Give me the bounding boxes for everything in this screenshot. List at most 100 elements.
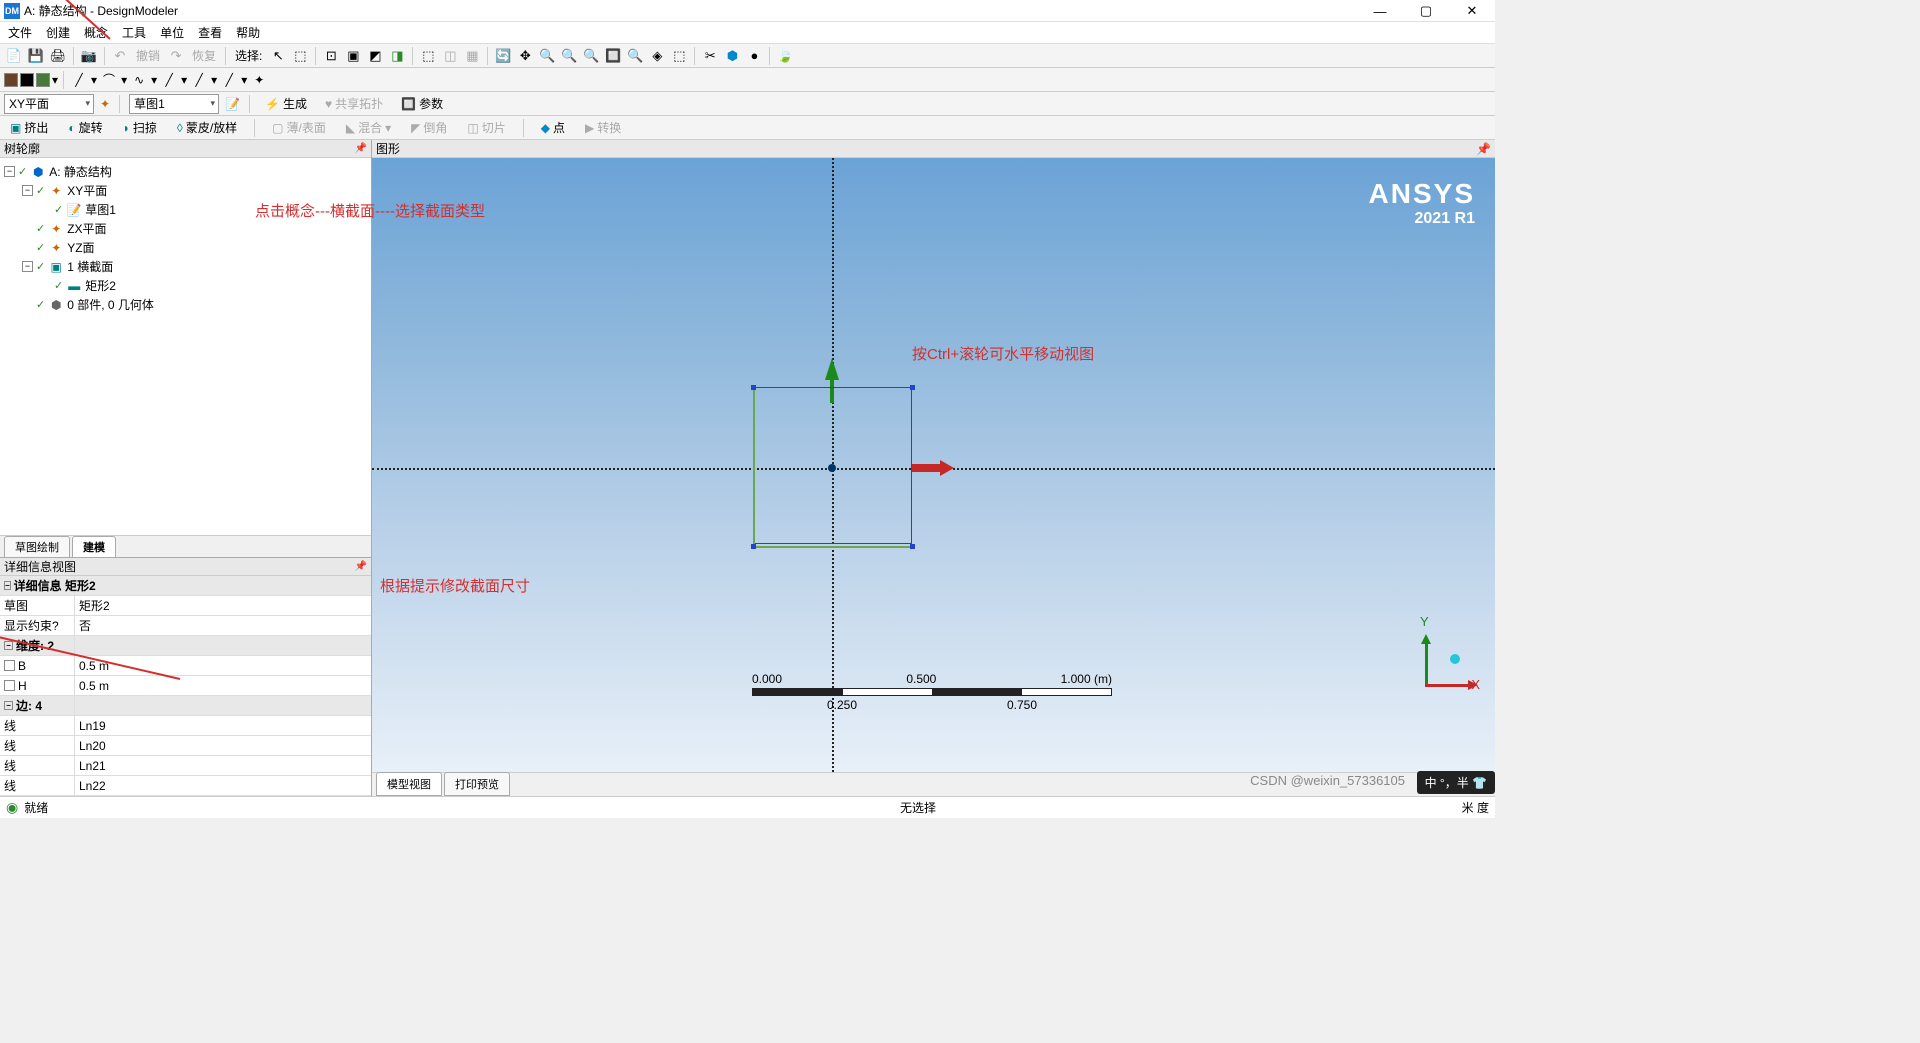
menu-view[interactable]: 查看 (198, 24, 222, 41)
point-button[interactable]: ◆点 (535, 118, 571, 138)
window-controls: — ▢ ✕ (1357, 0, 1495, 22)
zoom-in-icon[interactable]: 🔍 (537, 46, 557, 66)
color1-swatch[interactable] (4, 73, 18, 87)
vertex-icon (910, 385, 915, 390)
tab-model[interactable]: 建模 (72, 536, 116, 557)
detail-row[interactable]: 线Ln20 (0, 736, 371, 756)
slice-icon[interactable]: ✂ (700, 46, 720, 66)
tab-sketch[interactable]: 草图绘制 (4, 536, 70, 557)
star-icon[interactable]: ✦ (249, 70, 269, 90)
zoom-fit-icon[interactable]: 🔍 (581, 46, 601, 66)
leaf-icon[interactable]: 🍃 (775, 46, 795, 66)
ime-indicator[interactable]: 中 °，半 👕 (1417, 771, 1495, 794)
sweep-button[interactable]: ◗扫掠 (117, 118, 163, 138)
minimize-button[interactable]: — (1357, 0, 1403, 22)
sketch-dropdown[interactable]: 草图1 (129, 94, 219, 114)
tab-modelview[interactable]: 模型视图 (376, 772, 442, 796)
color2-swatch[interactable] (20, 73, 34, 87)
menu-create[interactable]: 创建 (46, 24, 70, 41)
detail-row-h[interactable]: H0.5 m (0, 676, 371, 696)
plane-icon[interactable]: ✦ (100, 97, 110, 111)
undo-icon[interactable]: ↶ (110, 46, 130, 66)
right-panel: 图形📌 ANSYS 2021 R1 按Ctrl+滚轮可水平移动视图 Y (372, 140, 1495, 796)
cube-icon[interactable]: ⬢ (722, 46, 742, 66)
cursor2-icon[interactable]: ⬚ (290, 46, 310, 66)
detail-row[interactable]: 草图矩形2 (0, 596, 371, 616)
sketch-tabs: 草图绘制 建模 (0, 535, 371, 557)
dot-icon[interactable]: ● (744, 46, 764, 66)
menu-tools[interactable]: 工具 (122, 24, 146, 41)
maximize-button[interactable]: ▢ (1403, 0, 1449, 22)
tree-xyplane[interactable]: −✓✦XY平面 (4, 181, 367, 200)
pan-icon[interactable]: ✥ (515, 46, 535, 66)
detail-row[interactable]: 线Ln22 (0, 776, 371, 796)
line3-icon[interactable]: ╱ (189, 70, 209, 90)
pin-icon[interactable]: 📌 (355, 143, 367, 154)
extrude-button[interactable]: ▣挤出 (4, 118, 54, 138)
look-at-icon[interactable]: ◈ (647, 46, 667, 66)
close-button[interactable]: ✕ (1449, 0, 1495, 22)
detail-row[interactable]: 线Ln19 (0, 716, 371, 736)
pin-icon[interactable]: 📌 (1476, 142, 1491, 156)
arc-icon[interactable]: ⌒ (99, 70, 119, 90)
zoom-out-icon[interactable]: 🔍 (559, 46, 579, 66)
detail-dim-header: −维度: 2 (0, 636, 371, 656)
save-icon[interactable]: 💾 (26, 46, 46, 66)
tree-parts[interactable]: ✓⬢0 部件, 0 几何体 (4, 295, 367, 314)
zoom-prev-icon[interactable]: 🔍 (625, 46, 645, 66)
annotation-1: 点击概念---横截面----选择截面类型 (255, 200, 485, 221)
menu-help[interactable]: 帮助 (236, 24, 260, 41)
revolve-button[interactable]: ◐旋转 (62, 118, 108, 138)
zoom-box-icon[interactable]: 🔲 (603, 46, 623, 66)
new-icon[interactable]: 📄 (4, 46, 24, 66)
sel-edge-icon[interactable]: ▣ (343, 46, 363, 66)
sketch-rectangle[interactable] (753, 387, 912, 544)
menu-units[interactable]: 单位 (160, 24, 184, 41)
details-grid[interactable]: −详细信息 矩形2 草图矩形2 显示约束?否 −维度: 2 B0.5 m H0.… (0, 576, 371, 796)
line-icon[interactable]: ╱ (69, 70, 89, 90)
box-icon[interactable]: ⬚ (418, 46, 438, 66)
plane-dropdown[interactable]: XY平面 (4, 94, 94, 114)
graphics-canvas[interactable]: ANSYS 2021 R1 按Ctrl+滚轮可水平移动视图 Y X (372, 158, 1495, 772)
print-icon[interactable]: 🖨 (48, 46, 68, 66)
sketch-icon[interactable]: 📝 (225, 97, 240, 111)
tree-yzplane[interactable]: ✓✦YZ面 (4, 238, 367, 257)
blend-button[interactable]: ◣混合▾ (340, 118, 397, 138)
color3-swatch[interactable] (36, 73, 50, 87)
iso-icon[interactable]: ⬚ (669, 46, 689, 66)
convert-button[interactable]: ▶转换 (579, 118, 627, 138)
vertex-icon (910, 544, 915, 549)
cursor-icon[interactable]: ↖ (268, 46, 288, 66)
line2-icon[interactable]: ╱ (159, 70, 179, 90)
lasso-icon[interactable]: ◫ (440, 46, 460, 66)
chamfer-button[interactable]: ◤倒角 (405, 118, 453, 138)
rotate-icon[interactable]: 🔄 (493, 46, 513, 66)
line4-icon[interactable]: ╱ (219, 70, 239, 90)
tab-printpreview[interactable]: 打印预览 (444, 772, 510, 796)
paint-icon[interactable]: ▦ (462, 46, 482, 66)
share-button[interactable]: ♥共享拓扑 (319, 94, 389, 114)
tree-zxplane[interactable]: ✓✦ZX平面 (4, 219, 367, 238)
slice-button[interactable]: ◫切片 (461, 118, 511, 138)
thin-button[interactable]: ▢薄/表面 (266, 118, 332, 138)
tree-rect2[interactable]: ✓▬矩形2 (4, 276, 367, 295)
generate-button[interactable]: ⚡生成 (259, 94, 313, 114)
detail-row[interactable]: 线Ln21 (0, 756, 371, 776)
view-triad[interactable]: Y X (1395, 632, 1465, 702)
tree-root[interactable]: −✓⬢A: 静态结构 (4, 162, 367, 181)
tree-crosssection[interactable]: −✓▣1 横截面 (4, 257, 367, 276)
scale-bar: 0.0000.5001.000 (m) 0.2500.750 (752, 672, 1112, 712)
sel-point-icon[interactable]: ⊡ (321, 46, 341, 66)
redo-icon[interactable]: ↷ (166, 46, 186, 66)
detail-row-b[interactable]: B0.5 m (0, 656, 371, 676)
detail-header-row: −详细信息 矩形2 (0, 576, 371, 596)
sel-face-icon[interactable]: ◩ (365, 46, 385, 66)
params-button[interactable]: 🔲参数 (395, 94, 449, 114)
sel-body-icon[interactable]: ◨ (387, 46, 407, 66)
skin-button[interactable]: ◊蒙皮/放样 (171, 118, 243, 138)
spline-icon[interactable]: ∿ (129, 70, 149, 90)
pin-icon[interactable]: 📌 (355, 561, 367, 572)
menu-file[interactable]: 文件 (8, 24, 32, 41)
camera-icon[interactable]: 📷 (79, 46, 99, 66)
detail-row[interactable]: 显示约束?否 (0, 616, 371, 636)
